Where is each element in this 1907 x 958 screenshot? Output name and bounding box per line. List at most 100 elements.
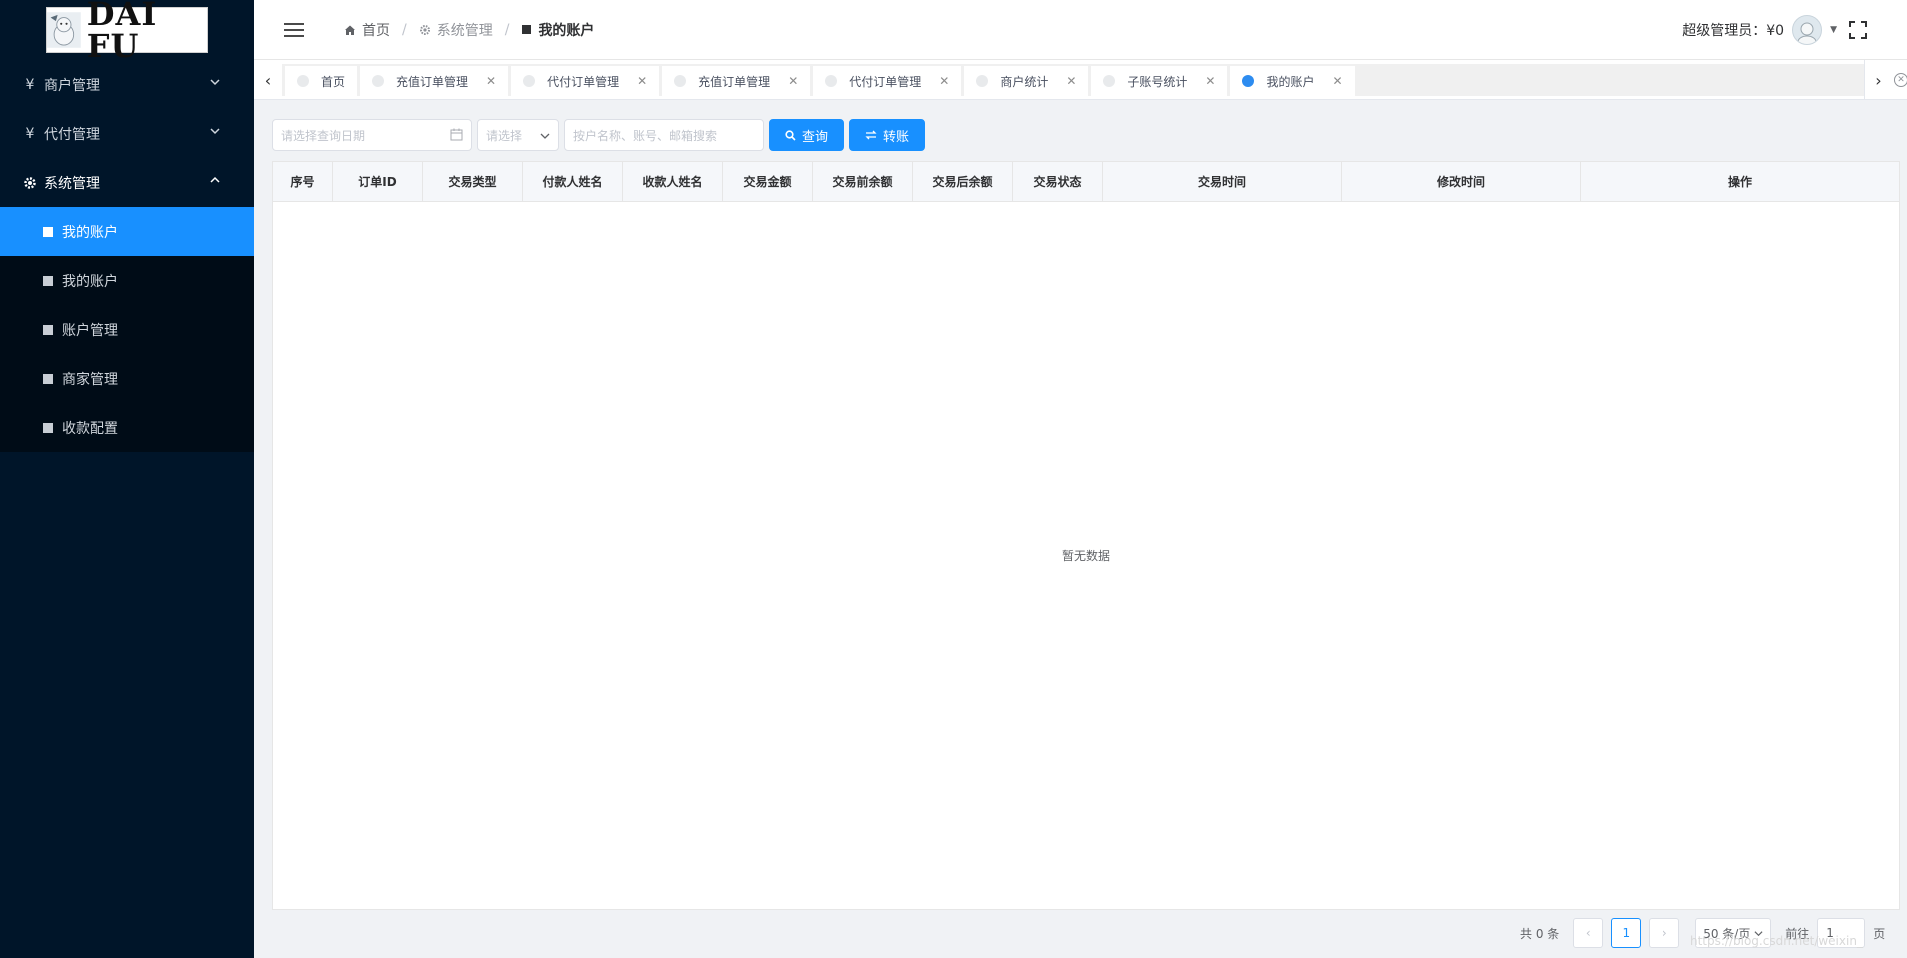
tabs-scroll-right-icon[interactable]: › (1864, 60, 1892, 100)
tab-recharge-orders-2[interactable]: 充值订单管理 ✕ (662, 66, 811, 96)
menu-group-merchant[interactable]: ¥ 商户管理 (0, 60, 254, 109)
tab-label: 子账号统计 (1127, 74, 1188, 89)
close-icon[interactable]: ✕ (1205, 74, 1215, 88)
chevron-down-icon (210, 79, 220, 86)
tab-my-account[interactable]: 我的账户 ✕ (1230, 66, 1355, 96)
avatar-image (1797, 22, 1817, 44)
close-icon[interactable]: ✕ (788, 74, 798, 88)
mascot-icon (47, 12, 81, 48)
breadcrumb: 首页 / 系统管理 / 我的账户 (344, 20, 594, 40)
tab-dot-icon (976, 75, 989, 87)
tab-label: 充值订单管理 (698, 74, 771, 89)
breadcrumb-home[interactable]: 首页 (344, 20, 390, 40)
tab-dot-icon (372, 75, 385, 87)
menu-toggle-icon[interactable] (284, 22, 304, 37)
page-icon (43, 422, 53, 433)
select-placeholder: 请选择 (486, 128, 523, 143)
close-icon[interactable]: ✕ (939, 74, 949, 88)
chevron-up-icon (210, 176, 220, 183)
tab-label: 代付订单管理 (547, 74, 620, 89)
close-all-tabs-icon[interactable]: ✕ (1894, 73, 1907, 87)
sidebar-item-payment-config[interactable]: 收款配置 (0, 403, 254, 452)
date-placeholder: 请选择查询日期 (281, 128, 366, 143)
search-placeholder: 按户名称、账号、邮箱搜索 (573, 128, 718, 143)
close-icon[interactable]: ✕ (1333, 74, 1343, 88)
column-header: 订单ID (333, 162, 423, 201)
yen-icon: ¥ (25, 125, 35, 142)
table-header: 序号 订单ID 交易类型 付款人姓名 收款人姓名 交易金额 交易前余额 交易后余… (273, 162, 1899, 202)
filter-toolbar: 请选择查询日期 请选择 按户名称、账号、邮箱搜索 查询 转账 (272, 118, 926, 152)
logo-text: DAI FU (86, 0, 158, 65)
sidebar-item-account-management[interactable]: 账户管理 (0, 305, 254, 354)
query-button-label: 查询 (802, 129, 829, 145)
prev-page-button[interactable]: ‹ (1573, 918, 1604, 948)
yen-icon: ¥ (25, 76, 35, 93)
query-button[interactable]: 查询 (769, 119, 845, 151)
tab-dot-icon (825, 75, 838, 87)
menu-group-label: 代付管理 (44, 126, 100, 143)
breadcrumb-separator: / (402, 21, 407, 38)
user-area: 超级管理员：¥0 ▼ (1682, 0, 1867, 60)
column-header: 操作 (1727, 175, 1752, 189)
gear-icon (419, 24, 430, 35)
column-header: 序号 (273, 162, 333, 201)
system-submenu: 我的账户 我的账户 账户管理 商家管理 收款配置 (0, 207, 254, 452)
caret-down-icon[interactable]: ▼ (1830, 25, 1837, 35)
tab-recharge-orders[interactable]: 充值订单管理 ✕ (360, 66, 509, 96)
tab-label: 首页 (321, 74, 346, 89)
tab-payout-orders[interactable]: 代付订单管理 ✕ (511, 66, 660, 96)
top-header: 首页 / 系统管理 / 我的账户 超级管理员：¥0 ▼ (254, 0, 1907, 60)
sidebar-item-merchant-management[interactable]: 商家管理 (0, 354, 254, 403)
tab-payout-orders-2[interactable]: 代付订单管理 ✕ (813, 66, 962, 96)
close-icon[interactable]: ✕ (486, 74, 496, 88)
search-input[interactable]: 按户名称、账号、邮箱搜索 (564, 119, 764, 151)
date-picker-input[interactable]: 请选择查询日期 (272, 119, 472, 151)
menu-group-payout[interactable]: ¥ 代付管理 (0, 109, 254, 158)
tab-label: 代付订单管理 (849, 74, 922, 89)
breadcrumb-label: 首页 (362, 22, 390, 39)
tabs-bar: ‹ 首页 充值订单管理 ✕ 代付订单管理 ✕ 充值订单管理 ✕ 代付订单管理 ✕ (254, 60, 1907, 100)
page-number-button[interactable]: 1 (1611, 918, 1642, 948)
tab-home[interactable]: 首页 (285, 66, 358, 96)
column-header: 交易状态 (1013, 162, 1103, 201)
column-header: 交易前余额 (813, 162, 913, 201)
column-header: 交易类型 (423, 162, 523, 201)
sidebar: DAI FU ¥ 商户管理 ¥ 代付管理 系统管理 我的账户 我的账户 账户管理 (0, 0, 254, 958)
tab-subaccount-stats[interactable]: 子账号统计 ✕ (1091, 66, 1228, 96)
tab-label: 我的账户 (1266, 74, 1315, 89)
menu-group-system[interactable]: 系统管理 (0, 158, 254, 207)
sidebar-item-label: 账户管理 (62, 322, 118, 339)
transfer-button-label: 转账 (883, 129, 910, 145)
sidebar-item-my-account[interactable]: 我的账户 (0, 207, 254, 256)
fullscreen-icon[interactable] (1849, 21, 1867, 39)
next-page-button[interactable]: › (1649, 918, 1680, 948)
user-label: 超级管理员：¥0 (1682, 23, 1785, 39)
page-icon (522, 25, 532, 34)
empty-state-text: 暂无数据 (1061, 549, 1110, 563)
page-icon (43, 275, 53, 286)
tab-dot-icon (674, 75, 687, 87)
close-icon[interactable]: ✕ (1066, 74, 1076, 88)
breadcrumb-separator: / (504, 21, 510, 38)
close-icon[interactable]: ✕ (637, 74, 647, 88)
sidebar-item-my-account-2[interactable]: 我的账户 (0, 256, 254, 305)
breadcrumb-label: 我的账户 (538, 22, 595, 39)
watermark-text: https://blog.csdn.net/weixin_ (1690, 934, 1863, 948)
status-select[interactable]: 请选择 (477, 119, 559, 151)
sidebar-item-label: 收款配置 (62, 420, 118, 437)
tabs-scroll-left-icon[interactable]: ‹ (254, 60, 282, 100)
breadcrumb-current: 我的账户 (521, 20, 594, 40)
search-icon (785, 129, 796, 141)
breadcrumb-system[interactable]: 系统管理 (419, 20, 493, 40)
tabs-track: 首页 充值订单管理 ✕ 代付订单管理 ✕ 充值订单管理 ✕ 代付订单管理 ✕ 商… (282, 64, 1864, 96)
logo[interactable]: DAI FU (46, 0, 208, 62)
tab-merchant-stats[interactable]: 商户统计 ✕ (964, 66, 1089, 96)
avatar[interactable] (1792, 15, 1823, 45)
tab-label: 商户统计 (1000, 74, 1049, 89)
transfer-button[interactable]: 转账 (849, 119, 926, 151)
sidebar-item-label: 我的账户 (62, 224, 118, 241)
calendar-icon (450, 128, 463, 141)
gear-icon (24, 176, 36, 189)
transactions-table: 序号 订单ID 交易类型 付款人姓名 收款人姓名 交易金额 交易前余额 交易后余… (272, 161, 1900, 910)
tab-dot-icon (297, 75, 309, 87)
